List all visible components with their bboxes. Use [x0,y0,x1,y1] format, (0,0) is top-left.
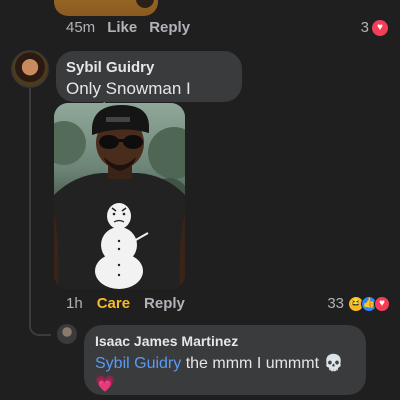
love-reaction-icon: ♥ [372,19,388,36]
reply-body: the mmm I ummmt 💀 [181,355,344,372]
reply-author[interactable]: Isaac James Martinez [95,333,355,349]
comment-photo[interactable] [54,103,185,289]
mention-link[interactable]: Sybil Guidry [95,355,181,372]
reply-button[interactable]: Reply [144,295,185,312]
avatar[interactable] [57,324,77,344]
comment-thread: 45m Like Reply 3 ♥ Sybil Guidry Only Sno… [0,0,400,400]
reply-button[interactable]: Reply [149,19,190,36]
top-comment-actions: 45m Like Reply [66,19,190,36]
thread-line [29,88,31,325]
top-comment-image[interactable] [54,0,158,16]
thread-connector [29,318,51,336]
love-icon: ♥ [374,295,390,312]
top-comment-time: 45m [66,19,96,36]
comment-bubble: Sybil Guidry Only Snowman I want! [56,51,242,118]
image-overlay-icon [136,0,154,8]
top-reaction-count: 3 [360,19,369,36]
snowman-shirt-photo [54,105,185,289]
avatar[interactable] [11,50,49,88]
comment-reactions[interactable]: 33 😆 👍 ♥ [327,295,390,312]
reaction-count: 33 [327,295,344,312]
like-button[interactable]: Like [107,19,137,36]
reply-text: Sybil Guidry the mmm I ummmt 💀 💗 [95,353,355,395]
top-comment-reactions[interactable]: 3 ♥ [361,19,388,36]
comment-time: 1h [66,295,83,312]
comment-actions: 1h Care Reply [66,295,185,312]
comment-author[interactable]: Sybil Guidry [66,59,232,76]
care-reaction-button[interactable]: Care [97,295,130,312]
reply-bubble: Isaac James Martinez Sybil Guidry the mm… [84,325,366,395]
reply-body-line2: 💗 [95,376,115,393]
